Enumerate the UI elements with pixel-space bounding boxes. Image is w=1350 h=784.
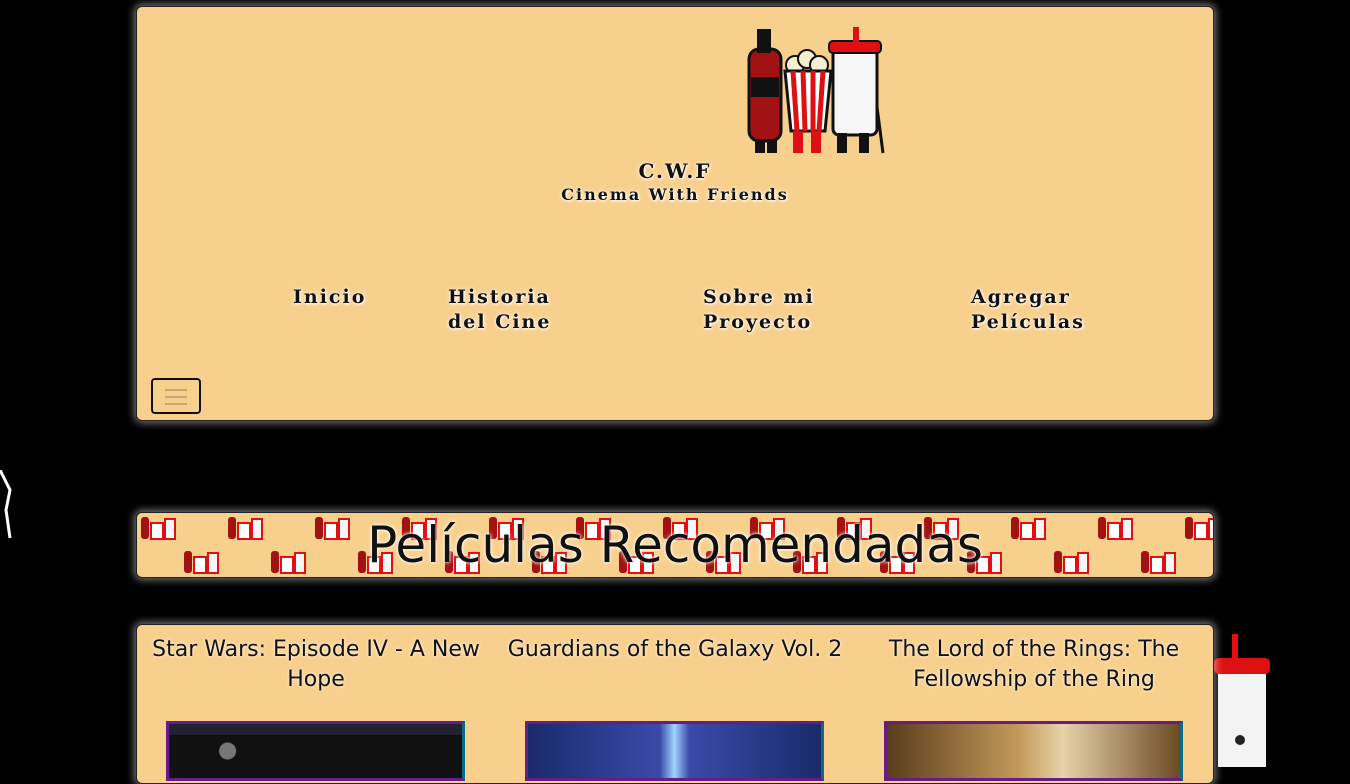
site-header: C.W.F Cinema With Friends Inicio Histori… xyxy=(136,6,1214,421)
nav-link-agregar-peliculas[interactable]: Agregar Películas xyxy=(971,285,1085,335)
section-title: Películas Recomendadas xyxy=(367,516,983,574)
recommended-banner: Películas Recomendadas xyxy=(136,512,1214,578)
brand-abbreviation: C.W.F xyxy=(638,159,712,183)
hamburger-menu-icon-bar xyxy=(165,396,187,398)
nav-link-inicio[interactable]: Inicio xyxy=(293,285,366,310)
movie-title: Guardians of the Galaxy Vol. 2 xyxy=(507,637,843,662)
guardians-poster[interactable] xyxy=(525,721,824,781)
movie-title: The Lord of the Rings: The Fellowship of… xyxy=(888,637,1180,692)
movie-card[interactable]: Star Wars: Episode IV - A New Hope xyxy=(146,635,486,781)
hamburger-menu-icon-bar xyxy=(165,403,187,405)
hamburger-menu-button[interactable] xyxy=(151,378,201,414)
cinema-snacks-logo-icon xyxy=(747,27,885,154)
lotr-poster[interactable] xyxy=(884,721,1183,781)
movie-card[interactable]: The Lord of the Rings: The Fellowship of… xyxy=(864,635,1204,781)
decorative-cup-mascot-icon xyxy=(1214,634,1270,767)
brand-name: Cinema With Friends xyxy=(561,185,789,204)
nav-link-historia-del-cine[interactable]: Historia del Cine xyxy=(448,285,551,335)
movies-section: Star Wars: Episode IV - A New Hope Guard… xyxy=(136,624,1214,784)
decorative-mascot-left-icon xyxy=(0,470,12,539)
nav-link-sobre-mi-proyecto[interactable]: Sobre mi Proyecto xyxy=(703,285,815,335)
hamburger-menu-icon xyxy=(165,389,187,391)
movie-card[interactable]: Guardians of the Galaxy Vol. 2 xyxy=(505,635,845,781)
star-wars-poster[interactable] xyxy=(166,721,465,781)
movie-title: Star Wars: Episode IV - A New Hope xyxy=(152,637,480,692)
